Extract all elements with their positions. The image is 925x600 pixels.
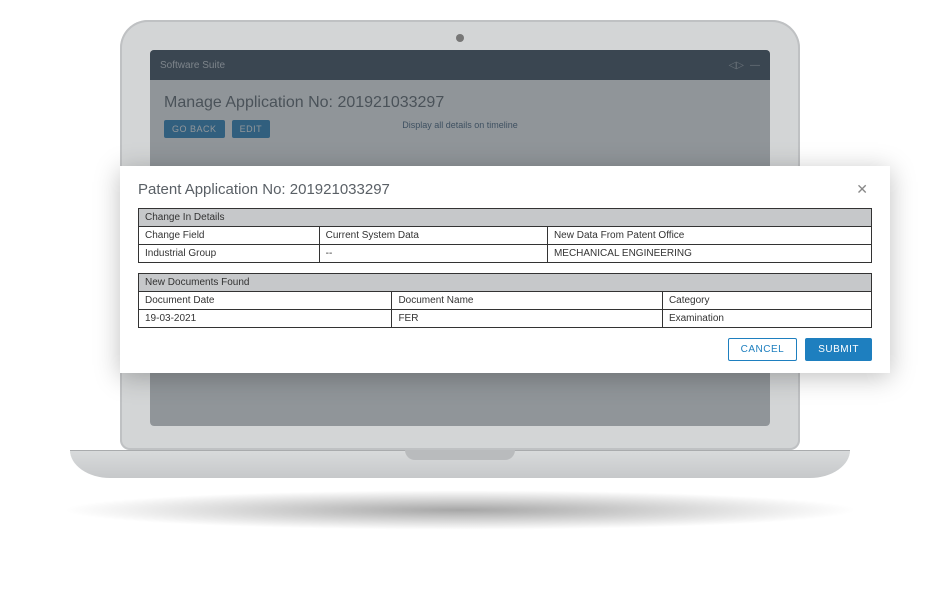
- documents-table: New Documents Found Document Date Docume…: [138, 273, 872, 328]
- table-row: Industrial Group -- MECHANICAL ENGINEERI…: [139, 245, 872, 263]
- section-heading: Change In Details: [139, 209, 872, 227]
- section-heading: New Documents Found: [139, 274, 872, 292]
- laptop-shadow: [60, 490, 860, 530]
- changes-table: Change In Details Change Field Current S…: [138, 208, 872, 263]
- table-row: 19-03-2021 FER Examination: [139, 310, 872, 328]
- laptop-notch: [405, 450, 515, 460]
- patent-modal: Patent Application No: 201921033297 ✕ Ch…: [120, 166, 890, 373]
- table-header-row: Document Date Document Name Category: [139, 292, 872, 310]
- close-icon[interactable]: ✕: [852, 180, 872, 198]
- table-header-row: Change Field Current System Data New Dat…: [139, 227, 872, 245]
- submit-button[interactable]: SUBMIT: [805, 338, 872, 361]
- camera-dot: [456, 34, 464, 42]
- modal-title: Patent Application No: 201921033297: [138, 181, 390, 198]
- laptop-base: [70, 450, 850, 478]
- cancel-button[interactable]: CANCEL: [728, 338, 798, 361]
